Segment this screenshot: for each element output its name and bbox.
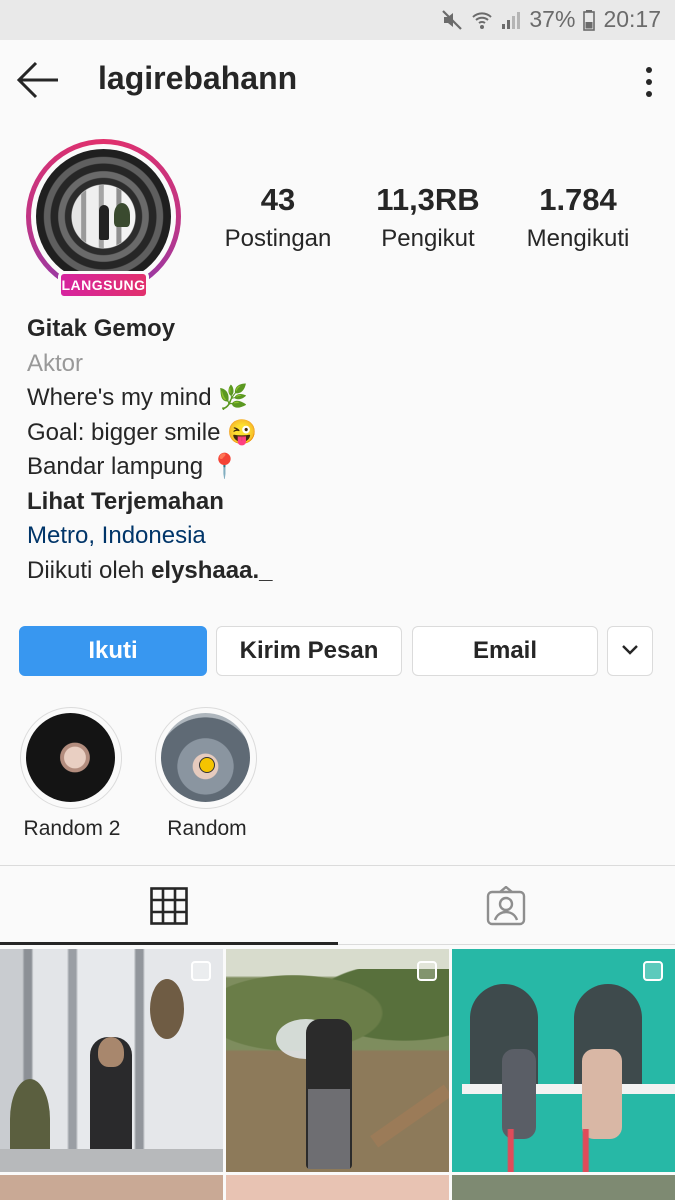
- followed-by[interactable]: Diikuti oleh elyshaaa._: [27, 554, 273, 589]
- follow-button[interactable]: Ikuti: [19, 626, 207, 676]
- category-label: Aktor: [27, 349, 84, 377]
- highlight-item[interactable]: Random: [155, 707, 259, 841]
- active-tab-indicator: [0, 942, 338, 945]
- stat-followers[interactable]: 11,3RB Pengikut: [358, 180, 498, 258]
- multi-select-icon: [643, 961, 663, 981]
- battery-icon: [583, 9, 596, 31]
- bio-line: Bandar lampung 📍: [27, 453, 240, 480]
- email-button[interactable]: Email: [412, 626, 598, 676]
- status-bar: 37% 20:17: [0, 0, 675, 40]
- stat-value: 43: [260, 182, 296, 217]
- stat-value: 11,3RB: [376, 182, 480, 217]
- profile-tabs: [0, 866, 675, 946]
- post-thumbnail[interactable]: [226, 949, 449, 1172]
- avatar-image: [36, 149, 171, 284]
- highlight-cover: [20, 707, 122, 809]
- signal-icon: [501, 9, 521, 31]
- bio-line: Goal: bigger smile 😜: [27, 418, 257, 446]
- chevron-down-icon: [622, 645, 638, 655]
- see-translation-link[interactable]: Lihat Terjemahan: [27, 485, 273, 520]
- display-name: Gitak Gemoy: [27, 315, 176, 342]
- stat-label: Postingan: [224, 225, 332, 252]
- highlight-cover: [155, 707, 257, 809]
- post-thumbnail[interactable]: [0, 1175, 223, 1200]
- followed-by-prefix: Diikuti oleh: [27, 556, 152, 584]
- more-options-icon[interactable]: [641, 64, 657, 100]
- grid-icon[interactable]: [150, 887, 188, 930]
- emoji-sticker: [199, 757, 215, 773]
- stat-label: Mengikuti: [526, 225, 630, 252]
- followed-by-user: elyshaaa._: [151, 556, 273, 584]
- multi-select-icon: [191, 961, 211, 981]
- stat-posts[interactable]: 43 Postingan: [208, 180, 348, 258]
- profile-bio: Gitak Gemoy Aktor Where's my mind 🌿 Goal…: [27, 312, 273, 588]
- header-username: lagirebahann: [98, 60, 298, 96]
- live-badge: LANGSUNG: [58, 271, 149, 299]
- stat-value: 1.784: [539, 182, 617, 217]
- highlight-label: Random: [167, 817, 247, 840]
- profile-header: lagirebahann: [0, 40, 675, 120]
- mute-icon: [441, 9, 463, 31]
- post-thumbnail[interactable]: [452, 949, 675, 1172]
- post-thumbnail[interactable]: [452, 1175, 675, 1200]
- highlight-item[interactable]: Random 2: [20, 707, 124, 841]
- tagged-photos-icon[interactable]: [486, 885, 526, 931]
- stat-label: Pengikut: [381, 225, 475, 252]
- stat-following[interactable]: 1.784 Mengikuti: [508, 180, 648, 258]
- battery-percent: 37%: [529, 6, 576, 32]
- suggested-dropdown-button[interactable]: [607, 626, 653, 676]
- clock: 20:17: [603, 6, 661, 32]
- multi-select-icon: [417, 961, 437, 981]
- wifi-icon: [471, 9, 493, 31]
- post-thumbnail[interactable]: [0, 949, 223, 1172]
- bio-line: Where's my mind 🌿: [27, 384, 249, 411]
- message-button[interactable]: Kirim Pesan: [216, 626, 402, 676]
- location-link[interactable]: Metro, Indonesia: [27, 519, 273, 554]
- post-thumbnail[interactable]: [226, 1175, 449, 1200]
- back-arrow-icon[interactable]: [16, 60, 62, 100]
